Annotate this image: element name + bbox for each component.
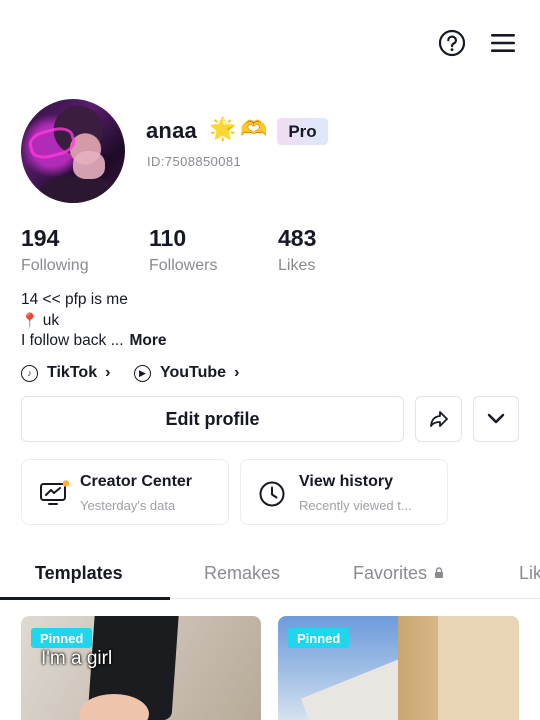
creator-center-subtitle: Yesterday's data: [80, 498, 176, 513]
username: anaa: [146, 118, 197, 143]
youtube-link[interactable]: ▶ YouTube ›: [134, 364, 239, 382]
menu-icon[interactable]: [488, 28, 518, 58]
bio-line-2: 📍 uk: [21, 312, 59, 330]
following-count[interactable]: 194: [21, 225, 59, 252]
edit-profile-button[interactable]: Edit profile: [21, 396, 404, 442]
pro-badge[interactable]: Pro: [277, 118, 328, 145]
tiktok-icon: ♪: [21, 364, 38, 382]
bio-line-1: 14 << pfp is me: [21, 291, 128, 308]
avatar[interactable]: [21, 99, 125, 203]
post-thumbnail[interactable]: Pinned I'm a girl: [21, 616, 261, 720]
tab-templates[interactable]: Templates: [35, 563, 123, 584]
followers-label[interactable]: Followers: [149, 257, 217, 275]
youtube-icon: ▶: [134, 364, 151, 382]
help-icon[interactable]: [437, 28, 467, 58]
suggested-accounts-button[interactable]: [473, 396, 519, 442]
tab-favorites[interactable]: Favorites: [353, 563, 444, 584]
view-history-title: View history: [299, 473, 393, 490]
heart-hands-emoji: 🫶: [240, 117, 268, 142]
tab-likes[interactable]: Lik: [519, 563, 540, 584]
creator-center-card[interactable]: Creator Center Yesterday's data: [21, 459, 229, 525]
pinned-badge: Pinned: [31, 628, 93, 648]
lock-icon: [435, 567, 444, 578]
chevron-down-icon: [487, 413, 505, 424]
creator-center-title: Creator Center: [80, 473, 193, 490]
bio-line-3: I follow back ... More: [21, 332, 167, 350]
youtube-link-label: YouTube: [160, 364, 227, 381]
view-history-subtitle: Recently viewed t...: [299, 498, 412, 513]
share-icon: [429, 411, 448, 427]
post-thumbnail[interactable]: Pinned: [278, 616, 519, 720]
view-history-card[interactable]: View history Recently viewed t...: [240, 459, 448, 525]
chevron-right-icon: ›: [105, 364, 111, 381]
followers-count[interactable]: 110: [149, 225, 186, 252]
likes-label[interactable]: Likes: [278, 257, 315, 275]
pin-icon: 📍: [21, 313, 39, 329]
tiktok-link[interactable]: ♪ TikTok ›: [21, 364, 110, 382]
tab-remakes[interactable]: Remakes: [204, 563, 280, 584]
likes-count[interactable]: 483: [278, 225, 316, 252]
tiktok-link-label: TikTok: [47, 364, 98, 381]
user-id: ID:7508850081: [147, 154, 242, 169]
tab-favorites-label: Favorites: [353, 563, 428, 583]
share-profile-button[interactable]: [415, 396, 462, 442]
creator-center-icon: [39, 480, 70, 511]
bio-location: uk: [42, 312, 60, 329]
star-emoji: 🌟: [209, 117, 237, 142]
bio-text: I follow back ...: [21, 332, 124, 349]
chevron-right-icon: ›: [234, 364, 240, 381]
active-tab-indicator: [0, 597, 170, 600]
post-caption: I'm a girl: [41, 648, 113, 669]
edit-profile-label: Edit profile: [165, 408, 260, 429]
pinned-badge: Pinned: [288, 628, 350, 648]
clock-icon: [258, 480, 286, 513]
more-link[interactable]: More: [130, 332, 167, 349]
following-label[interactable]: Following: [21, 257, 89, 275]
